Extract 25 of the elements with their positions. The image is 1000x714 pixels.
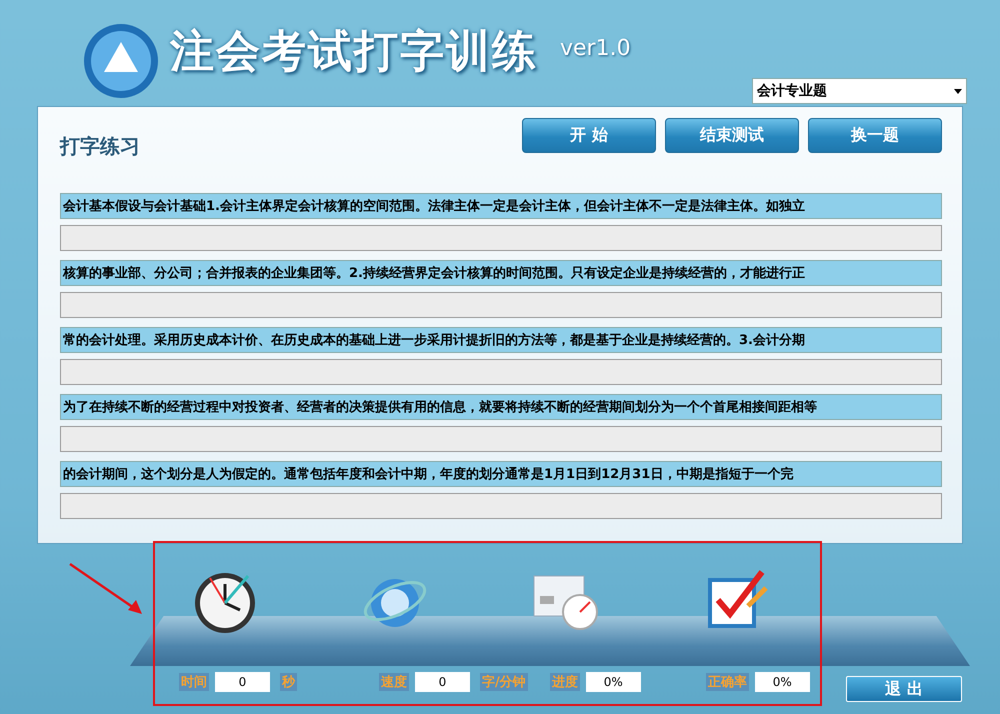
stat-unit: 字/分钟 — [480, 673, 528, 691]
panel-title: 打字练习 — [60, 133, 140, 160]
action-button[interactable]: 结束测试 — [665, 118, 799, 153]
stat-label: 速度 — [379, 673, 409, 691]
app-logo-icon — [82, 22, 160, 100]
stat-label: 正确率 — [706, 673, 749, 691]
exit-button[interactable]: 退 出 — [846, 676, 962, 702]
app-title: 注会考试打字训练 — [170, 25, 538, 79]
stat-label: 时间 — [179, 673, 209, 691]
category-dropdown[interactable]: 会计专业题 — [752, 78, 967, 104]
action-button[interactable]: 换一题 — [808, 118, 942, 153]
input-field[interactable] — [60, 292, 942, 318]
version-label: ver1.0 — [560, 36, 631, 61]
stat-label: 进度 — [550, 673, 580, 691]
stat-value-field: 0% — [586, 672, 641, 692]
stat-value-field: 0% — [754, 672, 810, 692]
input-field[interactable] — [60, 359, 942, 385]
stat-value-field: 0 — [215, 672, 270, 692]
input-field[interactable] — [60, 426, 942, 452]
input-field[interactable] — [60, 493, 942, 519]
stat-value-field: 0 — [415, 672, 470, 692]
stat-unit: 秒 — [280, 673, 297, 691]
input-field[interactable] — [60, 225, 942, 251]
dropdown-caret-icon — [954, 88, 962, 94]
action-button[interactable]: 开 始 — [522, 118, 656, 153]
